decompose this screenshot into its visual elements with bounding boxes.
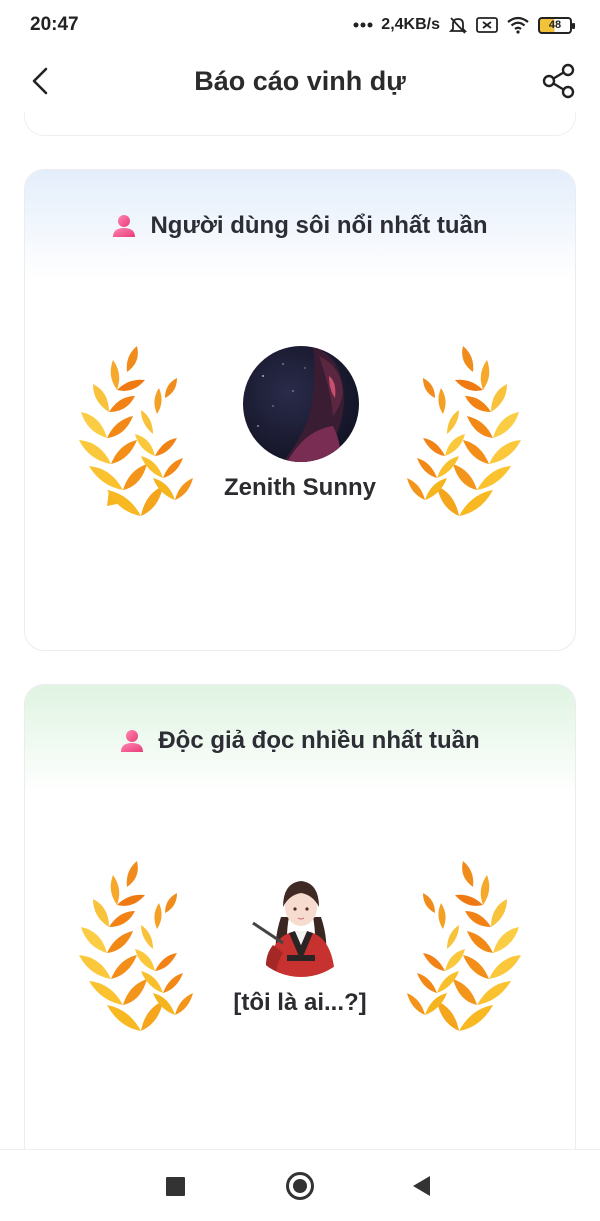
user-name[interactable]: Zenith Sunny — [25, 474, 575, 502]
card-heading-text: Người dùng sôi nổi nhất tuần — [150, 212, 488, 239]
status-icons: 2,4KB/s 48 — [353, 15, 575, 35]
recents-square-icon[interactable] — [166, 1177, 185, 1196]
card-heading: Người dùng sôi nổi nhất tuần — [25, 212, 575, 240]
user-avatar[interactable] — [243, 861, 359, 977]
card-heading: Độc giả đọc nhiều nhất tuần — [25, 727, 575, 755]
previous-card-edge — [24, 112, 576, 136]
sim-x-icon — [476, 17, 498, 33]
person-icon — [121, 730, 144, 752]
network-speed: 2,4KB/s — [381, 16, 440, 33]
user-avatar[interactable] — [243, 346, 359, 462]
wifi-icon — [507, 16, 529, 34]
battery-level: 48 — [548, 19, 562, 31]
most-active-user-card: Người dùng sôi nổi nhất tuần Zenith Sunn… — [24, 169, 576, 651]
battery-icon: 48 — [538, 16, 575, 34]
back-triangle-icon[interactable] — [413, 1176, 430, 1196]
share-icon — [542, 63, 575, 99]
card-heading-text: Độc giả đọc nhiều nhất tuần — [158, 727, 480, 754]
status-time: 20:47 — [30, 14, 79, 35]
honor-report-content[interactable]: Người dùng sôi nổi nhất tuần Zenith Sunn… — [0, 112, 600, 1149]
top-reader-card: Độc giả đọc nhiều nhất tuần [tôi là ai..… — [24, 684, 576, 1149]
top-app-bar: Báo cáo vinh dự — [0, 50, 600, 112]
user-name[interactable]: [tôi là ai...?] — [25, 989, 575, 1017]
back-button[interactable] — [24, 64, 58, 98]
mute-bell-icon — [448, 17, 468, 34]
chevron-left-icon — [32, 67, 48, 95]
share-button[interactable] — [540, 62, 578, 100]
system-navigation-bar — [0, 1149, 600, 1221]
home-circle-icon[interactable] — [286, 1172, 314, 1200]
person-icon — [113, 215, 136, 237]
page-title: Báo cáo vinh dự — [194, 65, 406, 96]
status-bar: 20:47 2,4KB/s 48 — [0, 0, 600, 50]
dots-icon — [353, 22, 373, 28]
